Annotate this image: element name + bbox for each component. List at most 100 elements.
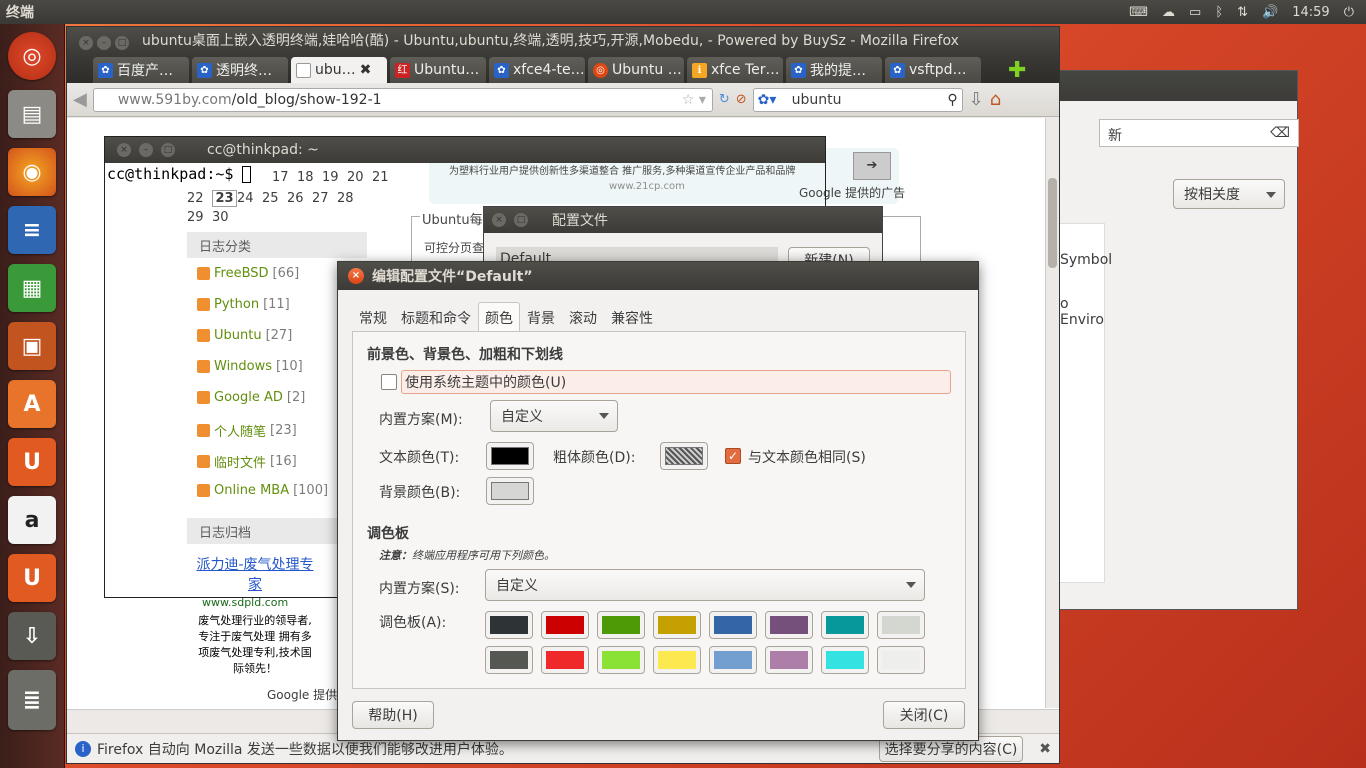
ubuntu-dash-icon[interactable]: ◎ — [8, 32, 56, 80]
text-color-button[interactable] — [486, 442, 534, 470]
tab[interactable]: ✿ 百度产… — [93, 57, 189, 83]
bluetooth-icon[interactable]: ᛒ — [1215, 5, 1223, 20]
palette-swatch[interactable] — [709, 611, 757, 639]
baidu-icon: ✿ — [791, 62, 806, 78]
home-icon[interactable]: ⌂ — [990, 89, 1001, 110]
palette-swatch[interactable] — [597, 611, 645, 639]
palette-scheme-label: 内置方案(S): — [379, 581, 460, 597]
bookmark-star-icon[interactable]: ☆ ▾ — [682, 92, 706, 108]
palette-swatch[interactable] — [765, 611, 813, 639]
palette-swatch[interactable] — [485, 646, 533, 674]
use-system-colors-checkbox[interactable] — [381, 374, 397, 390]
bg-search-field[interactable]: 新 ⌫ — [1099, 119, 1299, 147]
addon-icon[interactable]: ⊘ — [736, 92, 747, 107]
tab-colors[interactable]: 颜色 — [478, 302, 520, 334]
palette-swatch[interactable] — [821, 611, 869, 639]
update-manager-icon[interactable]: ⇩ — [8, 612, 56, 660]
volume-icon[interactable]: 🔊 — [1262, 5, 1278, 20]
close-notification-icon[interactable]: ✖ — [1039, 741, 1051, 757]
help-button[interactable]: 帮助(H) — [352, 701, 434, 729]
firefox-icon[interactable]: ◉ — [8, 148, 56, 196]
clock[interactable]: 14:59 — [1292, 5, 1329, 20]
palette-swatch[interactable] — [877, 611, 925, 639]
palette-swatch[interactable] — [597, 646, 645, 674]
tab-scrolling[interactable]: 滚动 — [562, 302, 604, 334]
palette-note: 注意：终端应用程序可用下列颜色。 — [379, 549, 555, 562]
close-icon[interactable]: × — [117, 143, 131, 157]
tab-title-command[interactable]: 标题和命令 — [394, 302, 478, 334]
keyboard-icon[interactable]: ⌨ — [1129, 5, 1148, 20]
tab[interactable]: ✿ vsftpd… — [885, 57, 981, 83]
same-as-text-label: 与文本颜色相同(S) — [748, 450, 866, 466]
ad-text: 废气处理行业的领导者,专注于废气处理 拥有多项废气处理专利,技术国际领先！ — [198, 614, 312, 675]
palette-swatch[interactable] — [709, 646, 757, 674]
tab[interactable]: 红 Ubuntu… — [390, 57, 486, 83]
close-icon[interactable]: × — [492, 213, 506, 227]
palette-swatch[interactable] — [541, 646, 589, 674]
ubuntu-one-music-icon[interactable]: U — [8, 554, 56, 602]
tab[interactable]: ✿ 透明终… — [192, 57, 288, 83]
maximize-icon[interactable]: □ — [161, 143, 175, 157]
battery-icon[interactable]: ▭ — [1189, 5, 1201, 20]
impress-icon[interactable]: ▣ — [8, 322, 56, 370]
palette-swatch[interactable] — [653, 611, 701, 639]
close-tab-icon[interactable]: ✖ — [360, 62, 372, 78]
palette-swatch[interactable] — [877, 646, 925, 674]
download-icon[interactable]: ⇩ — [969, 89, 984, 110]
bg-color-button[interactable] — [486, 477, 534, 505]
back-icon[interactable]: ◀ — [73, 89, 87, 110]
minimize-icon[interactable]: – — [97, 36, 111, 50]
top-panel: 终端 ⌨ ☁ ▭ ᛒ ⇅ 🔊 14:59 ⏻ — [0, 0, 1366, 24]
vertical-scrollbar[interactable] — [1045, 118, 1059, 708]
close-icon[interactable]: × — [79, 36, 93, 50]
terminal-title: cc@thinkpad: ~ — [207, 142, 319, 158]
close-icon[interactable]: × — [348, 268, 364, 284]
ad-arrow-button[interactable]: ➔ — [853, 152, 891, 180]
window-title: ubuntu桌面上嵌入透明终端,娃哈哈(酷) - Ubuntu,ubuntu,终… — [142, 33, 959, 49]
close-button[interactable]: 关闭(C) — [883, 701, 965, 729]
new-tab-icon[interactable]: ✚ — [1008, 58, 1026, 83]
palette-heading: 调色板 — [367, 526, 409, 542]
maximize-icon[interactable]: □ — [514, 213, 528, 227]
scheme-combo[interactable]: 自定义 — [490, 400, 618, 432]
tab[interactable]: ℹ xfce Ter… — [687, 57, 783, 83]
maximize-icon[interactable]: □ — [115, 36, 129, 50]
search-icon[interactable]: ⚲ — [947, 92, 957, 108]
palette-swatch[interactable] — [653, 646, 701, 674]
network-icon[interactable]: ⇅ — [1237, 5, 1248, 20]
workspace-stack-icon[interactable]: ≣ — [8, 670, 56, 730]
search-bar[interactable]: ✿▾ ubuntu ⚲ — [752, 87, 963, 112]
calc-icon[interactable]: ▦ — [8, 264, 56, 312]
same-as-text-checkbox[interactable]: ✓ — [725, 448, 741, 464]
palette-swatch[interactable] — [821, 646, 869, 674]
terminal-prompt: cc@thinkpad:~$ — [107, 165, 234, 183]
palette-swatch[interactable] — [765, 646, 813, 674]
tab[interactable]: ◎ Ubuntu … — [588, 57, 684, 83]
tab-active[interactable]: ubu… ✖ — [291, 57, 387, 83]
palette-swatch[interactable] — [541, 611, 589, 639]
tab-general[interactable]: 常规 — [352, 302, 394, 334]
tab[interactable]: ✿ 我的提… — [786, 57, 882, 83]
minimize-icon[interactable]: – — [139, 143, 153, 157]
search-engine-icon[interactable]: ✿▾ — [758, 92, 777, 108]
tab-background[interactable]: 背景 — [520, 302, 562, 334]
notification-text: Firefox 自动向 Mozilla 发送一些数据以便我们能够改进用户体验。 — [97, 741, 513, 758]
tab[interactable]: ✿ xfce4-te… — [489, 57, 585, 83]
sort-combo[interactable]: 按相关度 — [1173, 179, 1285, 209]
palette-scheme-combo[interactable]: 自定义 — [485, 569, 925, 601]
url-bar[interactable]: www.591by.com/old_blog/show-192-1 ☆ ▾ — [92, 87, 713, 112]
tab-compatibility[interactable]: 兼容性 — [604, 302, 660, 334]
bold-color-button — [660, 442, 708, 470]
files-icon[interactable]: ▤ — [8, 90, 56, 138]
software-center-icon[interactable]: A — [8, 380, 56, 428]
writer-icon[interactable]: ≡ — [8, 206, 56, 254]
info-icon: i — [75, 740, 91, 757]
reload-icon[interactable]: ↻ — [719, 92, 730, 107]
ubuntu-icon: ◎ — [593, 62, 608, 78]
ubuntu-one-icon[interactable]: U — [8, 438, 56, 486]
cloud-icon[interactable]: ☁ — [1162, 5, 1175, 20]
use-system-colors-label: 使用系统主题中的颜色(U) — [405, 375, 567, 391]
palette-swatch[interactable] — [485, 611, 533, 639]
power-icon[interactable]: ⏻ — [1344, 5, 1354, 20]
amazon-icon[interactable]: a — [8, 496, 56, 544]
